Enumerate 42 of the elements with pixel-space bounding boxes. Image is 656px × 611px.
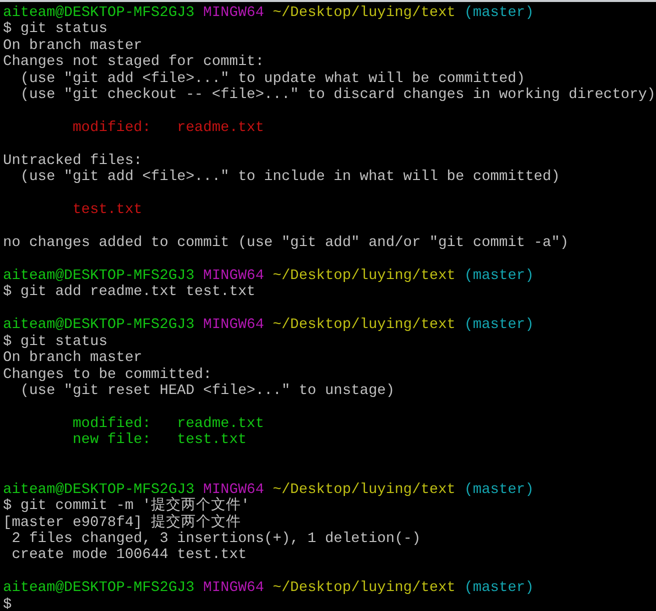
command-line: $ git add readme.txt test.txt bbox=[3, 284, 256, 300]
prompt-branch: (master) bbox=[464, 268, 534, 284]
command-line: $ git status bbox=[3, 21, 108, 38]
file-entry: test.txt bbox=[72, 202, 142, 218]
output-line: (use "git add <file>..." to update what will be committed) bbox=[19, 70, 526, 87]
output-line: (use "git add <file>..." to include in what will be committed) bbox=[19, 169, 560, 186]
file-entry: new file: test.txt bbox=[72, 432, 247, 448]
prompt-shell: MINGW64 bbox=[203, 268, 264, 284]
prompt-path: ~/Desktop/luying/text bbox=[272, 5, 456, 21]
prompt-path: ~/Desktop/luying/text bbox=[272, 482, 456, 498]
command-line: $ git status bbox=[3, 334, 108, 350]
output-line: 2 files changed, 3 insertions(+), 1 deletion(-) bbox=[10, 531, 421, 547]
prompt-shell: MINGW64 bbox=[203, 580, 264, 596]
output-line: Changes to be committed: bbox=[3, 366, 212, 383]
prompt-user: aiteam@DESKTOP-MFS2GJ3 bbox=[3, 580, 194, 596]
prompt-path: ~/Desktop/luying/text bbox=[272, 317, 456, 334]
prompt-user: aiteam@DESKTOP-MFS2GJ3 bbox=[3, 482, 194, 498]
prompt-path: ~/Desktop/luying/text bbox=[272, 580, 456, 596]
file-entry: modified: readme.txt bbox=[72, 416, 264, 432]
prompt-user: aiteam@DESKTOP-MFS2GJ3 bbox=[3, 317, 194, 334]
prompt-branch: (master) bbox=[464, 5, 534, 21]
output-line: no changes added to commit (use "git add" and/or "git commit -a") bbox=[3, 235, 569, 252]
prompt-branch: (master) bbox=[464, 482, 534, 498]
prompt-path: ~/Desktop/luying/text bbox=[272, 268, 456, 284]
prompt-user: aiteam@DESKTOP-MFS2GJ3 bbox=[3, 268, 194, 284]
prompt-branch: (master) bbox=[464, 580, 534, 596]
output-line: (use "git reset HEAD <file>..." to unstage) bbox=[19, 383, 395, 400]
output-line: [master e9078f4] 提交两个文件 bbox=[3, 514, 241, 531]
prompt-shell: MINGW64 bbox=[203, 317, 264, 334]
output-line: (use "git checkout -- <file>..." to discard changes in working directory) bbox=[19, 87, 656, 104]
prompt-shell: MINGW64 bbox=[203, 482, 264, 498]
output-line: On branch master bbox=[3, 350, 142, 366]
command-line: $ git commit -m '提交两个文件' bbox=[3, 498, 250, 514]
prompt-user: aiteam@DESKTOP-MFS2GJ3 bbox=[3, 5, 194, 21]
output-line: Untracked files: bbox=[3, 152, 142, 169]
command-line: $ bbox=[3, 596, 12, 611]
file-entry: modified: readme.txt bbox=[72, 120, 264, 136]
prompt-branch: (master) bbox=[464, 317, 534, 334]
prompt-shell: MINGW64 bbox=[203, 5, 264, 21]
output-line: create mode 100644 test.txt bbox=[10, 547, 247, 564]
output-line: Changes not staged for commit: bbox=[3, 54, 264, 70]
output-line: On branch master bbox=[3, 38, 142, 54]
